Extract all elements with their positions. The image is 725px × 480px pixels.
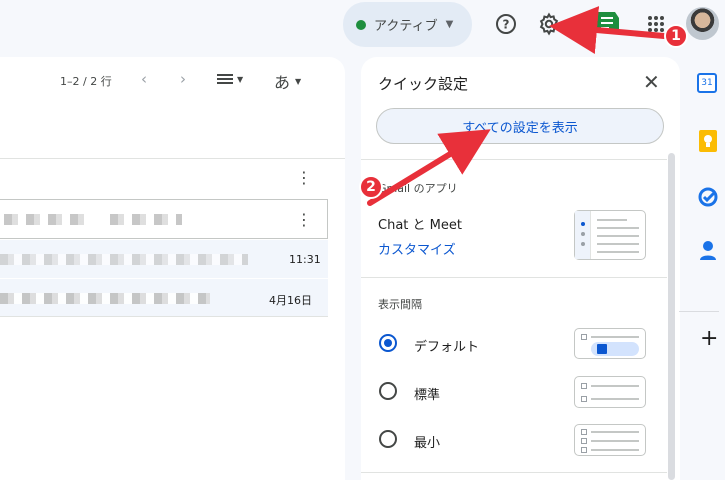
step-badge-1: 1 [664, 24, 688, 48]
step-badge-2: 2 [359, 175, 383, 199]
annotation-arrows [367, 6, 667, 206]
